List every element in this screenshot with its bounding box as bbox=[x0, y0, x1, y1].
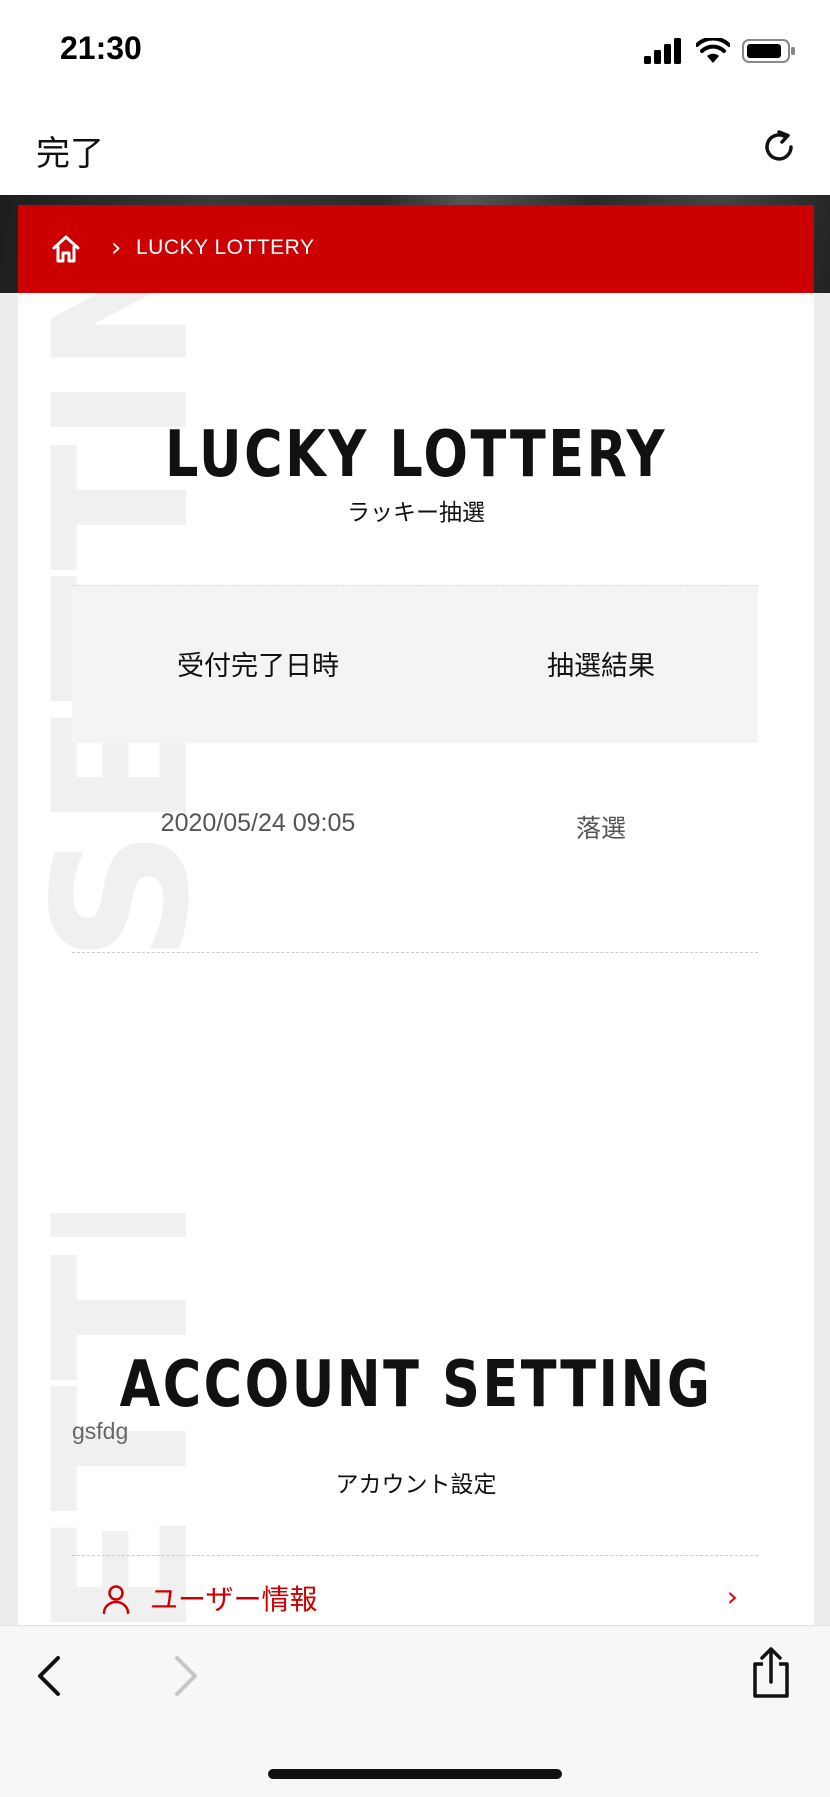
wifi-icon bbox=[696, 38, 730, 63]
breadcrumb: › LUCKY LOTTERY bbox=[18, 205, 814, 293]
home-indicator bbox=[268, 1769, 562, 1779]
chevron-right-icon: › bbox=[726, 1580, 738, 1613]
status-bar: 21:30 bbox=[0, 0, 830, 100]
browser-header: 完了 bbox=[0, 100, 830, 195]
status-time: 21:30 bbox=[60, 30, 142, 66]
signal-icon bbox=[644, 38, 681, 64]
browser-toolbar bbox=[0, 1625, 830, 1797]
user-icon bbox=[102, 1585, 130, 1614]
row-result: 落選 bbox=[575, 814, 626, 843]
column-header-result: 抽選結果 bbox=[547, 651, 655, 682]
menu-item-label: ユーザー情報 bbox=[150, 1583, 318, 1616]
table-row: 2020/05/24 09:05 落選 bbox=[72, 743, 758, 953]
chevron-right-icon: › bbox=[111, 233, 122, 263]
account-title: ACCOUNT SETTING bbox=[119, 1348, 713, 1422]
panel-right-gutter bbox=[814, 293, 830, 1625]
back-arrow-icon[interactable] bbox=[30, 1646, 70, 1706]
status-icons bbox=[644, 36, 796, 66]
reload-icon[interactable] bbox=[758, 126, 800, 168]
account-username: gsfdg bbox=[72, 1418, 129, 1444]
web-content: › LUCKY LOTTERY SETTING SETTING LUCKY LO… bbox=[0, 195, 830, 1625]
lottery-subtitle: ラッキー抽選 bbox=[347, 500, 485, 526]
content-panel: SETTING SETTING LUCKY LOTTERY ラッキー抽選 受付完… bbox=[18, 293, 814, 1625]
column-header-date: 受付完了日時 bbox=[177, 651, 339, 682]
battery-icon bbox=[742, 39, 795, 63]
menu-item-user-info[interactable]: ユーザー情報 › bbox=[72, 1556, 758, 1625]
lottery-title: LUCKY LOTTERY bbox=[165, 418, 667, 492]
panel-left-gutter bbox=[0, 293, 18, 1625]
account-subtitle: アカウント設定 bbox=[335, 1472, 497, 1498]
breadcrumb-current: LUCKY LOTTERY bbox=[136, 236, 315, 259]
forward-arrow-icon[interactable] bbox=[165, 1646, 205, 1706]
done-button[interactable]: 完了 bbox=[36, 126, 104, 175]
row-date: 2020/05/24 09:05 bbox=[160, 809, 356, 837]
lottery-table-header: 受付完了日時 抽選結果 bbox=[72, 585, 758, 743]
share-icon[interactable] bbox=[746, 1644, 796, 1704]
home-icon[interactable] bbox=[50, 233, 82, 265]
